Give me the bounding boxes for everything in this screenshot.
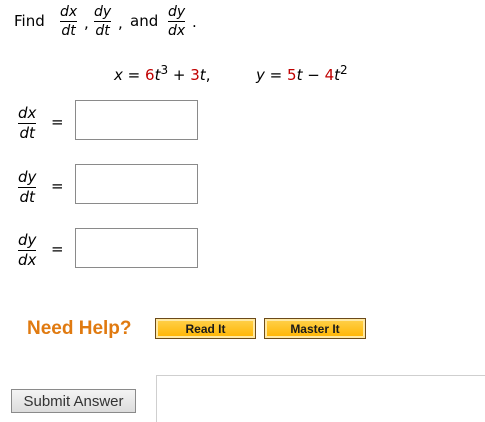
fraction-denominator: dt — [95, 23, 110, 39]
fraction-numerator: dy — [18, 231, 37, 249]
equals-sign: = — [51, 113, 64, 131]
fraction-bar — [94, 21, 112, 22]
answer-input-dydx[interactable] — [75, 228, 198, 268]
find-label: Find — [14, 12, 45, 30]
fraction-numerator: dy — [18, 168, 37, 186]
fraction-denominator: dx — [18, 251, 37, 269]
fraction-denominator: dx — [168, 23, 186, 39]
prompt-fraction-dxdt: dx dt — [60, 4, 78, 39]
comma: , — [205, 66, 211, 84]
answer-input-dxdt[interactable] — [75, 100, 198, 140]
equals-sign: = — [51, 240, 64, 258]
response-panel — [156, 375, 485, 422]
equation-x: x = 6t3 + 3t, — [114, 63, 210, 84]
comma: , — [118, 14, 123, 32]
coefficient: 6 — [145, 66, 155, 84]
coefficient: 3 — [190, 66, 200, 84]
coefficient: 5 — [287, 66, 297, 84]
coefficient: 4 — [324, 66, 335, 84]
submit-answer-button[interactable]: Submit Answer — [11, 389, 136, 413]
fraction-numerator: dx — [60, 4, 78, 20]
plus-sign: + — [172, 66, 186, 84]
fraction-numerator: dy — [94, 4, 112, 20]
fraction-numerator: dy — [168, 4, 186, 20]
fraction-bar — [168, 21, 186, 22]
read-it-button[interactable]: Read It — [155, 318, 256, 339]
need-help-label: Need Help? — [27, 318, 132, 339]
fraction-denominator: dt — [19, 188, 35, 206]
fraction-denominator: dt — [19, 124, 35, 142]
minus-sign: − — [307, 66, 320, 84]
answer-fraction: dy dt — [18, 168, 37, 206]
variable: x — [114, 66, 123, 84]
exponent: 2 — [340, 63, 348, 77]
fraction-bar — [60, 21, 78, 22]
variable: t — [296, 66, 303, 84]
variable: y — [256, 66, 265, 84]
master-it-button[interactable]: Master It — [264, 318, 366, 339]
comma: , — [84, 14, 89, 32]
answer-fraction: dy dx — [18, 231, 37, 269]
answer-input-dydt[interactable] — [75, 164, 198, 204]
answer-fraction: dx dt — [18, 104, 37, 142]
prompt-fraction-dydt: dy dt — [94, 4, 112, 39]
prompt-fraction-dydx: dy dx — [168, 4, 186, 39]
fraction-denominator: dt — [61, 23, 76, 39]
equals-sign: = — [127, 66, 141, 84]
and-label: and — [130, 12, 159, 30]
equation-y: y = 5t − 4t2 — [256, 63, 348, 84]
equals-sign: = — [269, 66, 283, 84]
period: . — [192, 13, 197, 31]
exponent: 3 — [160, 63, 169, 77]
fraction-numerator: dx — [18, 104, 37, 122]
equals-sign: = — [51, 177, 64, 195]
